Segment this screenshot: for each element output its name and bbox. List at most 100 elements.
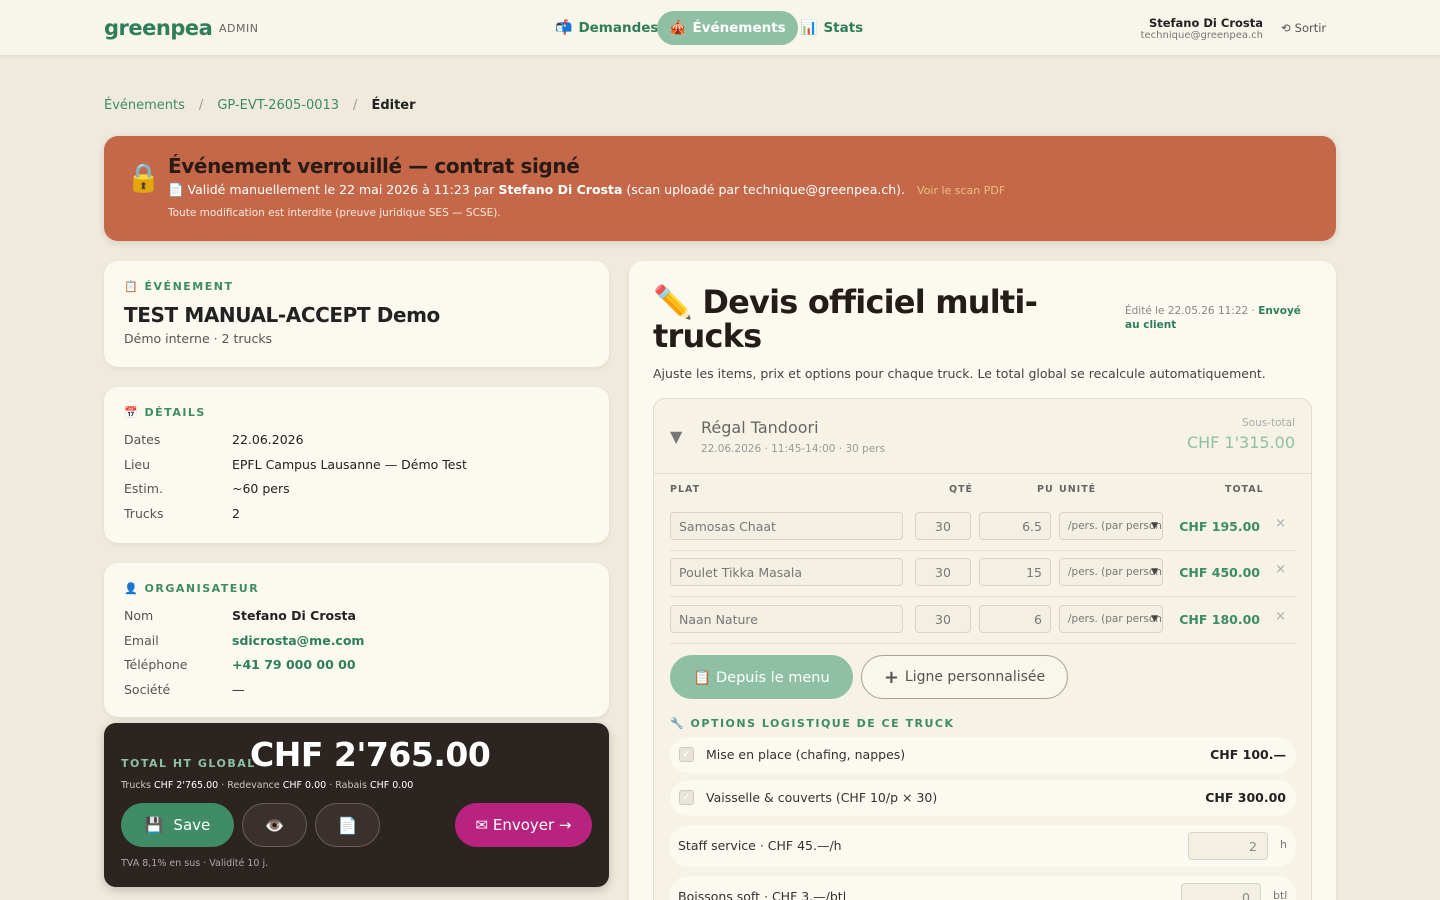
- option-label: Boissons soft · CHF 3.—/btl: [678, 889, 847, 900]
- unit-select[interactable]: /pers. (par personne) ▼: [1059, 558, 1163, 586]
- organizer-row-company: Société —: [124, 682, 245, 697]
- chevron-down-icon: ▼: [1151, 521, 1158, 531]
- option-unit: btl: [1273, 889, 1288, 900]
- breadcrumb-current: Éditer: [371, 98, 416, 113]
- option-setup[interactable]: ✓ Mise en place (chafing, nappes) CHF 10…: [670, 737, 1296, 773]
- custom-line-button[interactable]: + Ligne personnalisée: [861, 655, 1068, 699]
- total-value: CHF 2'765.00: [250, 735, 491, 774]
- bar-chart-icon: 📊: [800, 20, 818, 36]
- logout-button[interactable]: ⟲ Sortir: [1281, 21, 1326, 35]
- column-header-qte: QTÉ: [949, 484, 974, 495]
- truck-name: Régal Tandoori: [701, 418, 819, 437]
- truck-header[interactable]: ▼ Régal Tandoori 22.06.2026 · 11:45-14:0…: [654, 399, 1311, 474]
- view-pdf-link[interactable]: Voir le scan PDF: [917, 184, 1005, 197]
- breadcrumb-event-id[interactable]: GP-EVT-2605-0013: [217, 98, 339, 113]
- tab-label: Stats: [823, 20, 864, 36]
- dish-name-input[interactable]: Samosas Chaat: [670, 512, 903, 540]
- detail-row-dates: Dates 22.06.2026: [124, 432, 304, 447]
- card-label: 👤 ORGANISATEUR: [124, 582, 260, 595]
- email-link[interactable]: sdicrosta@me.com: [232, 633, 364, 648]
- remove-row-close-icon[interactable]: ×: [1275, 516, 1286, 531]
- preview-button[interactable]: 👁️: [242, 803, 307, 847]
- table-row: Samosas Chaat 30 6.5 /pers. (par personn…: [670, 505, 1296, 551]
- option-label: Mise en place (chafing, nappes): [706, 747, 906, 762]
- organizer-key: Nom: [124, 608, 154, 623]
- dish-name-input[interactable]: Naan Nature: [670, 605, 903, 633]
- validator-name: Stefano Di Crosta: [498, 182, 623, 197]
- tab-label: Événements: [692, 20, 786, 36]
- user-name: Stefano Di Crosta: [1148, 16, 1263, 30]
- admin-tag: ADMIN: [219, 22, 259, 35]
- unit-select-value: /pers. (par personne): [1068, 566, 1162, 578]
- truck-section: ▼ Régal Tandoori 22.06.2026 · 11:45-14:0…: [653, 398, 1312, 900]
- qty-input[interactable]: 30: [915, 558, 971, 586]
- staff-hours-input[interactable]: 2: [1188, 832, 1268, 860]
- column-header-plat: PLAT: [670, 484, 701, 495]
- detail-row-estim: Estim. ~60 pers: [124, 481, 290, 496]
- organizer-row-name: Nom Stefano Di Crosta: [124, 608, 356, 623]
- collapse-triangle-icon[interactable]: ▼: [670, 427, 682, 446]
- validation-prefix: 📄 Validé manuellement le 22 mai 2026 à 1…: [168, 182, 495, 197]
- event-subtitle: Démo interne · 2 trucks: [124, 331, 273, 346]
- organizer-value: —: [232, 682, 245, 697]
- option-drinks: Boissons soft · CHF 3.—/btl 0 btl: [670, 876, 1296, 900]
- card-label: 📋 ÉVÉNEMENT: [124, 280, 234, 293]
- lock-icon: 🔒: [126, 161, 161, 194]
- remove-row-close-icon[interactable]: ×: [1275, 562, 1286, 577]
- unit-price-input[interactable]: 15: [979, 558, 1051, 586]
- quote-description: Ajuste les items, prix et options pour c…: [653, 366, 1266, 381]
- organizer-row-phone: Téléphone +41 79 000 00 00: [124, 657, 356, 672]
- total-label: TOTAL HT GLOBAL: [121, 757, 256, 770]
- detail-value: 2: [232, 506, 240, 521]
- total-breakdown: Trucks CHF 2'765.00 · Redevance CHF 0.00…: [121, 780, 413, 791]
- tab-demandes[interactable]: 📬 Demandes: [543, 11, 670, 45]
- option-price: CHF 300.00: [1205, 790, 1286, 805]
- breakdown-label: Trucks: [121, 780, 152, 791]
- checkbox[interactable]: ✓: [679, 747, 694, 762]
- drinks-quantity-input[interactable]: 0: [1181, 883, 1261, 900]
- column-header-total: TOTAL: [1225, 484, 1264, 495]
- remove-row-close-icon[interactable]: ×: [1275, 609, 1286, 624]
- floppy-disk-icon: 💾: [144, 816, 164, 834]
- save-button[interactable]: 💾 Save: [121, 803, 234, 847]
- breakdown-label: · Rabais: [329, 780, 367, 791]
- quote-panel: ✏️ Devis officiel multi-trucks Édité le …: [629, 261, 1336, 900]
- row-total: CHF 195.00: [1179, 519, 1260, 534]
- chevron-down-icon: ▼: [1151, 567, 1158, 577]
- phone-link[interactable]: +41 79 000 00 00: [232, 657, 356, 672]
- pdf-button[interactable]: 📄: [315, 803, 380, 847]
- organizer-key: Société: [124, 682, 171, 697]
- breadcrumb-separator: /: [198, 98, 204, 113]
- breadcrumb-events[interactable]: Événements: [104, 98, 185, 113]
- detail-value: 22.06.2026: [232, 432, 304, 447]
- dish-name-input[interactable]: Poulet Tikka Masala: [670, 558, 903, 586]
- vat-note: TVA 8,1% en sus · Validité 10 j.: [121, 858, 269, 869]
- option-staff: Staff service · CHF 45.—/h 2 h: [670, 825, 1296, 867]
- detail-key: Lieu: [124, 457, 151, 472]
- breakdown-label: · Redevance: [221, 780, 280, 791]
- unit-price-input[interactable]: 6.5: [979, 512, 1051, 540]
- checkbox[interactable]: ✓: [679, 790, 694, 805]
- logout-label: Sortir: [1294, 21, 1327, 35]
- tab-stats[interactable]: 📊 Stats: [788, 11, 875, 45]
- send-button[interactable]: ✉ Envoyer →: [455, 803, 592, 847]
- option-tableware[interactable]: ✓ Vaisselle & couverts (CHF 10/p × 30) C…: [670, 780, 1296, 816]
- option-label: Vaisselle & couverts (CHF 10/p × 30): [706, 790, 938, 805]
- qty-input[interactable]: 30: [915, 605, 971, 633]
- unit-select[interactable]: /pers. (par personne) ▼: [1059, 605, 1163, 633]
- card-label: 📅 DÉTAILS: [124, 406, 206, 419]
- breakdown-value: CHF 0.00: [282, 780, 327, 791]
- tab-evenements[interactable]: 🎪 Événements: [657, 11, 798, 45]
- brand-logo[interactable]: greenpea: [104, 16, 213, 40]
- qty-input[interactable]: 30: [915, 512, 971, 540]
- from-menu-button[interactable]: 📋 Depuis le menu: [670, 655, 853, 699]
- organizer-value: Stefano Di Crosta: [232, 608, 356, 623]
- subtotal-label: Sous-total: [1241, 417, 1295, 429]
- unit-price-input[interactable]: 6: [979, 605, 1051, 633]
- row-total: CHF 180.00: [1179, 612, 1260, 627]
- eye-icon: 👁️: [264, 815, 285, 835]
- detail-value: ~60 pers: [232, 481, 290, 496]
- locked-banner: 🔒 Événement verrouillé — contrat signé 📄…: [104, 136, 1336, 241]
- chevron-down-icon: ▼: [1151, 614, 1158, 624]
- unit-select[interactable]: /pers. (par personne) ▼: [1059, 512, 1163, 540]
